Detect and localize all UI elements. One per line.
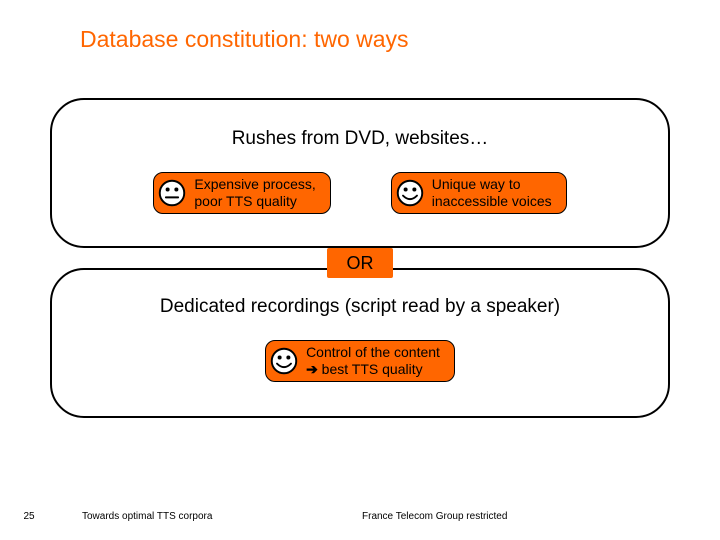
pill-control-line1: Control of the content bbox=[306, 344, 440, 360]
panel-rushes: Rushes from DVD, websites… Expensive pro… bbox=[50, 98, 670, 248]
pill-expensive-line2: poor TTS quality bbox=[194, 193, 296, 209]
pill-control-line2-rest: best TTS quality bbox=[318, 361, 423, 377]
face-neutral-icon bbox=[158, 179, 186, 207]
pill-unique-line2: inaccessible voices bbox=[432, 193, 552, 209]
pill-unique-line1: Unique way to bbox=[432, 176, 521, 192]
pill-unique-text: Unique way to inaccessible voices bbox=[432, 176, 552, 210]
pill-control: Control of the content ➔ best TTS qualit… bbox=[265, 340, 455, 382]
pill-row-bottom: Control of the content ➔ best TTS qualit… bbox=[52, 340, 668, 382]
pill-expensive-text: Expensive process, poor TTS quality bbox=[194, 176, 315, 210]
footer-classification: France Telecom Group restricted bbox=[362, 511, 507, 522]
footer-title: Towards optimal TTS corpora bbox=[82, 511, 302, 522]
arrow-right-icon: ➔ bbox=[306, 361, 318, 377]
slide-title: Database constitution: two ways bbox=[80, 26, 409, 53]
pill-unique: Unique way to inaccessible voices bbox=[391, 172, 567, 214]
pill-row-top: Expensive process, poor TTS quality Uniq… bbox=[52, 172, 668, 214]
pill-control-text: Control of the content ➔ best TTS qualit… bbox=[306, 344, 440, 378]
pill-expensive-line1: Expensive process, bbox=[194, 176, 315, 192]
face-smile-icon bbox=[396, 179, 424, 207]
slide-footer: 25 Towards optimal TTS corpora France Te… bbox=[0, 492, 720, 540]
panel-rushes-header: Rushes from DVD, websites… bbox=[52, 100, 668, 150]
pill-expensive: Expensive process, poor TTS quality bbox=[153, 172, 330, 214]
page-number: 25 bbox=[0, 511, 58, 522]
panel-dedicated: Dedicated recordings (script read by a s… bbox=[50, 268, 670, 418]
or-separator: OR bbox=[327, 248, 393, 278]
face-smile-icon bbox=[270, 347, 298, 375]
